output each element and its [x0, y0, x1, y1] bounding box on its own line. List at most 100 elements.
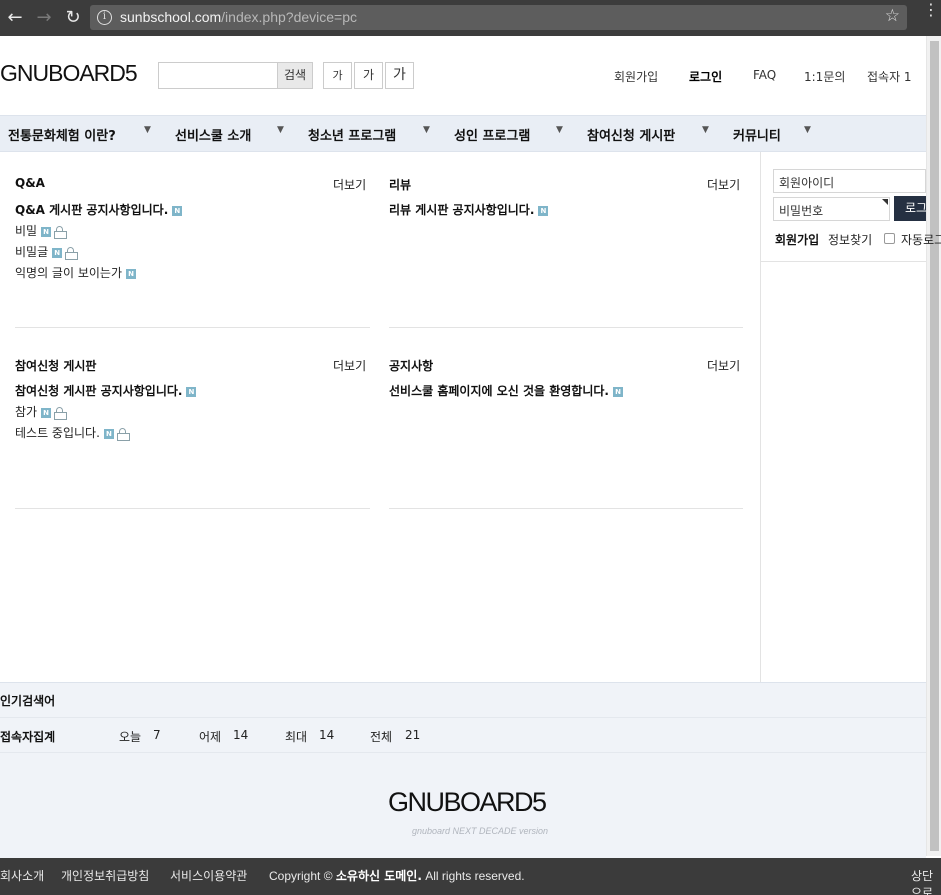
footer-link-privacy[interactable]: 개인정보취급방침 — [61, 867, 149, 884]
visit-stats-title: 접속자집계 — [0, 730, 56, 744]
post-subject: 선비스쿨 홈페이지에 오신 것을 환영합니다. — [389, 384, 609, 398]
top-link-login[interactable]: 로그인 — [689, 68, 722, 85]
new-badge-icon: N — [538, 205, 549, 216]
search-button[interactable]: 검색 — [277, 62, 313, 89]
post-subject: 익명의 글이 보이는가 — [15, 266, 122, 280]
font-medium-button[interactable]: 가 — [354, 62, 383, 89]
find-info-link[interactable]: 정보찾기 — [828, 231, 872, 248]
copyright-suffix: All rights reserved. — [421, 869, 525, 883]
new-badge-icon: N — [41, 226, 52, 237]
post-subject: 비밀 — [15, 224, 38, 238]
post-item[interactable]: 비밀 N — [15, 222, 68, 239]
chevron-down-icon[interactable]: ▼ — [702, 125, 709, 135]
post-subject: 리뷰 게시판 공지사항입니다. — [389, 203, 535, 217]
post-subject: 참여신청 게시판 공지사항입니다. — [15, 384, 183, 398]
page-scrollbar[interactable] — [926, 36, 941, 856]
post-item[interactable]: 비밀글 N — [15, 243, 79, 260]
divider — [15, 508, 370, 509]
new-badge-icon: N — [41, 407, 52, 418]
footer-link-terms[interactable]: 서비스이용약관 — [170, 867, 247, 884]
url-path: /index.php?device=pc — [221, 9, 357, 25]
chevron-down-icon[interactable]: ▼ — [277, 125, 284, 135]
post-notice-apply[interactable]: 참여신청 게시판 공지사항입니다. N — [15, 382, 197, 399]
reload-icon[interactable]: ↻ — [62, 7, 84, 29]
new-badge-icon: N — [172, 205, 183, 216]
auto-login-label[interactable]: 자동로그인 — [901, 231, 941, 248]
join-link[interactable]: 회원가입 — [775, 231, 819, 248]
font-large-button[interactable]: 가 — [385, 62, 414, 89]
site-logo[interactable]: GNUBOARD5 — [0, 60, 138, 87]
lock-icon — [54, 407, 68, 420]
board-title-qa[interactable]: Q&A — [15, 176, 45, 190]
url-host: sunbschool.com — [120, 9, 222, 25]
post-subject: 테스트 중입니다. — [15, 426, 100, 440]
scrollbar-thumb[interactable] — [930, 41, 939, 851]
search-input[interactable] — [158, 62, 278, 89]
gnb-item-youth[interactable]: 청소년 프로그램 — [308, 125, 396, 144]
divider — [15, 327, 370, 328]
gnb-item-apply[interactable]: 참여신청 게시판 — [587, 125, 675, 144]
chevron-down-icon[interactable]: ▼ — [556, 125, 563, 135]
top-link-qa[interactable]: 1:1문의 — [804, 68, 845, 85]
font-small-button[interactable]: 가 — [323, 62, 352, 89]
visit-total-value: 21 — [405, 728, 421, 742]
bookmark-star-icon[interactable]: ☆ — [885, 6, 900, 26]
visit-max-value: 14 — [319, 728, 335, 742]
auto-login-checkbox[interactable] — [884, 233, 895, 244]
footer-link-company[interactable]: 회사소개 — [0, 867, 44, 884]
gnb-item-about[interactable]: 전통문화체험 이란? — [8, 125, 116, 144]
forward-arrow-icon[interactable]: → — [33, 7, 55, 29]
url-text[interactable]: sunbschool.com/index.php?device=pc — [120, 9, 357, 25]
board-title-apply[interactable]: 참여신청 게시판 — [15, 357, 96, 374]
more-link-notice[interactable]: 더보기 — [707, 357, 740, 374]
visit-today-label: 오늘 — [119, 730, 142, 744]
more-link-review[interactable]: 더보기 — [707, 176, 740, 193]
board-title-notice[interactable]: 공지사항 — [389, 357, 433, 374]
login-button[interactable]: 로그인 — [894, 196, 926, 221]
footer-tagline: gnuboard NEXT DECADE version — [412, 826, 549, 836]
member-id-input[interactable]: 회원아이디 — [773, 169, 926, 193]
divider — [389, 508, 743, 509]
post-item[interactable]: 익명의 글이 보이는가 N — [15, 264, 136, 281]
lock-icon — [116, 428, 130, 441]
chevron-down-icon[interactable]: ▼ — [423, 125, 430, 135]
back-arrow-icon[interactable]: ← — [4, 7, 26, 29]
info-icon[interactable]: i — [97, 10, 112, 25]
post-item[interactable]: 참가 N — [15, 403, 68, 420]
copyright-prefix: Copyright © — [269, 869, 336, 883]
post-subject: 참가 — [15, 405, 38, 419]
divider — [389, 327, 743, 328]
visit-yesterday-label: 어제 — [199, 730, 222, 744]
password-input[interactable]: 비밀번호 — [773, 197, 890, 221]
board-title-review[interactable]: 리뷰 — [389, 176, 411, 193]
divider — [760, 261, 926, 262]
address-bar[interactable]: i sunbschool.com/index.php?device=pc ☆ — [90, 5, 907, 30]
post-subject: 비밀글 — [15, 245, 49, 259]
new-badge-icon: N — [126, 268, 136, 279]
footer-logo[interactable]: GNUBOARD5 — [388, 787, 547, 818]
more-link-qa[interactable]: 더보기 — [333, 176, 366, 193]
lock-icon — [65, 247, 79, 260]
chevron-down-icon[interactable]: ▼ — [144, 125, 151, 135]
post-subject: Q&A 게시판 공지사항입니다. — [15, 203, 169, 217]
gnb-item-intro[interactable]: 선비스쿨 소개 — [175, 125, 251, 144]
chevron-down-icon[interactable]: ▼ — [804, 125, 811, 135]
post-item[interactable]: 테스트 중입니다. N — [15, 424, 130, 441]
post-notice-notice[interactable]: 선비스쿨 홈페이지에 오신 것을 환영합니다. N — [389, 382, 623, 399]
more-link-apply[interactable]: 더보기 — [333, 357, 366, 374]
browser-menu-icon[interactable]: ⋮ — [923, 2, 939, 18]
copyright-owner: 소유하신 도메인. — [335, 869, 422, 883]
post-notice-review[interactable]: 리뷰 게시판 공지사항입니다. N — [389, 201, 549, 218]
go-top-button[interactable]: 상단으로 — [911, 867, 941, 895]
post-notice-qa[interactable]: Q&A 게시판 공지사항입니다. N — [15, 201, 183, 218]
top-link-faq[interactable]: FAQ — [753, 68, 776, 82]
new-badge-icon: N — [613, 386, 623, 397]
gnb-item-community[interactable]: 커뮤니티 — [733, 125, 781, 144]
top-link-visitors[interactable]: 접속자 1 — [867, 68, 912, 85]
visit-yesterday-value: 14 — [233, 728, 249, 742]
visit-total-label: 전체 — [370, 730, 393, 744]
visit-today-value: 7 — [153, 728, 161, 742]
popular-search-title: 인기검색어 — [0, 694, 56, 708]
gnb-item-adult[interactable]: 성인 프로그램 — [454, 125, 530, 144]
top-link-join[interactable]: 회원가입 — [614, 68, 658, 85]
